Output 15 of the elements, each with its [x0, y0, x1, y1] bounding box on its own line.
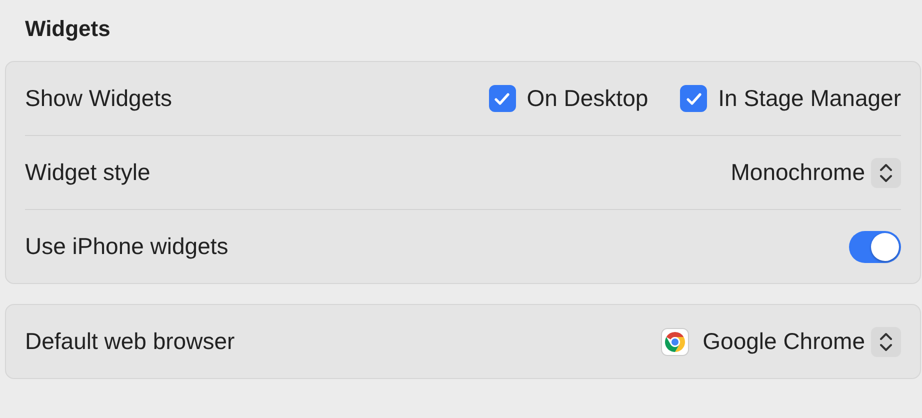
toggle-switch[interactable] — [849, 230, 901, 262]
checkbox[interactable] — [488, 85, 516, 112]
browser-logo-icon — [660, 328, 689, 356]
setting-label: Default web browser — [25, 328, 236, 355]
stepper-icon[interactable] — [871, 158, 901, 188]
checkbox-label: In Stage Manager — [718, 85, 901, 112]
checkbox[interactable] — [680, 85, 708, 112]
setting-label: Widget style — [25, 159, 152, 186]
popup-value[interactable]: Monochrome — [730, 159, 865, 186]
checkbox-label: On Desktop — [526, 85, 648, 112]
setting-label: Show Widgets — [25, 85, 174, 112]
section-title: Widgets — [25, 16, 110, 42]
setting-label: Use iPhone widgets — [25, 233, 230, 260]
popup-value[interactable]: Google Chrome — [702, 328, 865, 355]
stepper-icon[interactable] — [871, 326, 901, 356]
